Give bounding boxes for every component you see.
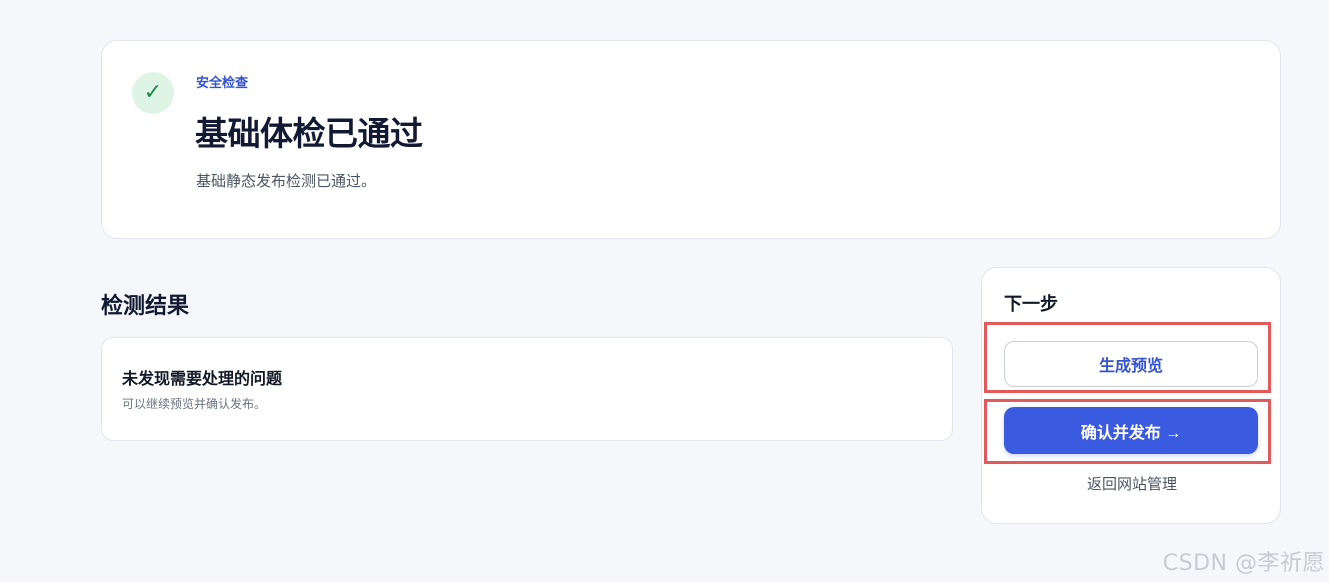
result-title: 未发现需要处理的问题 (122, 369, 283, 388)
watermark: CSDN @李祈愿 (1162, 551, 1325, 576)
next-steps-card: 下一步 生成预览 确认并发布 → 返回网站管理 (981, 267, 1281, 524)
status-card: ✓ 安全检查 基础体检已通过 基础静态发布检测已通过。 (101, 40, 1281, 239)
status-eyebrow: 安全检查 (196, 76, 249, 91)
page-title: 基础体检已通过 (195, 114, 423, 153)
status-description: 基础静态发布检测已通过。 (196, 172, 377, 190)
result-description: 可以继续预览并确认发布。 (122, 397, 267, 411)
back-to-site-management-link[interactable]: 返回网站管理 (982, 473, 1282, 494)
generate-preview-button[interactable]: 生成预览 (1004, 341, 1258, 387)
check-icon: ✓ (132, 72, 174, 114)
next-steps-heading: 下一步 (1004, 294, 1058, 315)
results-heading: 检测结果 (101, 294, 190, 319)
confirm-publish-button[interactable]: 确认并发布 → (1004, 407, 1258, 454)
result-card: 未发现需要处理的问题 可以继续预览并确认发布。 (101, 337, 953, 441)
